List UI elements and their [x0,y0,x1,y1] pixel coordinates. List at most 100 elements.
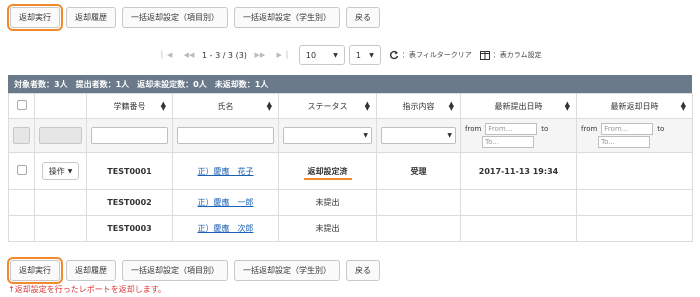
student-no-header[interactable]: 学籍番号 ▲ ▼ [86,93,173,119]
submit-to-row: To... [465,136,572,148]
chevron-down-icon: ▼ [333,51,338,59]
student-name-link[interactable]: 正）慶應 花子 [198,167,254,176]
columns-icon [479,50,490,60]
student-no-cell: TEST0001 [86,152,173,190]
filter-cell [34,118,87,153]
pager: ▏◀ ◀◀ 1 - 3 / 3 (3) ▶▶ ▶▕ 10 ▼ 1 ▼ ：表フィル… [158,45,542,65]
return-exec-button[interactable]: 返却実行 [7,257,63,284]
status-header-label: ステータス [307,101,348,111]
chevron-down-icon: ▼ [363,132,368,139]
status-filter-select[interactable]: ▼ [283,127,372,144]
bulk-by-item-button[interactable]: 一括返却設定（項目別） [122,7,228,28]
op-cell [34,189,87,216]
sort-icon: ▲ ▼ [564,100,570,112]
return-note: ↑返却設定を行ったレポートを返却します。 [8,285,166,294]
refresh-icon [389,50,399,60]
sort-icon: ▲ ▼ [448,100,454,112]
student-no-cell: TEST0002 [86,189,173,216]
back-button[interactable]: 戻る [346,260,380,281]
back-button[interactable]: 戻る [346,7,380,28]
row-select-cell [8,152,35,190]
student-no-filter-input[interactable] [91,127,168,144]
bulk-by-student-button[interactable]: 一括返却設定（学生別） [234,260,340,281]
next-page-icon[interactable]: ▶▶ [251,46,269,64]
op-cell: 操作 ▼ [34,152,87,190]
filter-cell: ▼ [376,118,461,153]
return-from-input[interactable]: From... [601,123,654,135]
latest-return-header-label: 最新返却日時 [610,101,659,111]
header-row: 学籍番号 ▲ ▼ 氏名 ▲ ▼ ステータス ▲ ▼ 指示内容 ▲ ▼ 最新提出日時 ▲ ▼ 最新返却… [8,93,693,119]
summary-bar: 対象者数：3人 提出者数：1人 返却未設定数：0人 未返却数：1人 [8,75,692,93]
filter-disabled-box [13,127,30,144]
submit-to-input[interactable]: To... [482,136,534,148]
per-page-select[interactable]: 10 ▼ [298,45,345,65]
page-value: 1 [355,50,361,60]
returned-cell [576,152,693,190]
student-name-link[interactable]: 正）慶應 一郎 [198,198,254,207]
returned-cell [576,189,693,216]
status-cell: 未提出 [278,189,377,216]
sort-icon: ▲ ▼ [160,100,166,112]
instruction-filter-select[interactable]: ▼ [381,127,456,144]
return-history-button[interactable]: 返却履歴 [66,7,116,28]
name-filter-input[interactable] [177,127,274,144]
filter-cell: from From... to To... [576,118,693,153]
student-name-link[interactable]: 正）慶應 次郎 [198,224,254,233]
page-range: 1 - 3 / 3 (3) [202,50,247,60]
operation-dropdown-button[interactable]: 操作 ▼ [41,162,80,180]
name-cell: 正）慶應 一郎 [172,189,279,216]
return-to-input[interactable]: To... [598,136,650,148]
prev-page-icon[interactable]: ◀◀ [180,46,198,64]
return-from-row: from From... to [581,123,688,135]
first-page-icon[interactable]: ▏◀ [158,46,176,64]
to-label: to [657,125,665,133]
chevron-down-icon: ▼ [447,132,452,139]
filter-cell [8,118,35,153]
submitted-cell [460,215,577,242]
row-select-cell [8,215,35,242]
filter-clear-link[interactable]: ：表フィルタークリア [389,50,472,60]
status-value: 返却設定済 [303,166,352,180]
instruction-cell: 受理 [376,152,461,190]
table-row: TEST0002 正）慶應 一郎 未提出 [8,189,693,216]
to-label: to [541,125,549,133]
bottom-button-bar: 返却実行 返却履歴 一括返却設定（項目別） 一括返却設定（学生別） 戻る [7,257,380,284]
filter-cell [86,118,173,153]
return-exec-button[interactable]: 返却実行 [7,4,63,31]
sort-icon: ▲ ▼ [266,100,272,112]
name-header[interactable]: 氏名 ▲ ▼ [172,93,279,119]
latest-return-header[interactable]: 最新返却日時 ▲ ▼ [576,93,693,119]
row-checkbox[interactable] [16,165,27,175]
name-cell: 正）慶應 花子 [172,152,279,190]
instruction-header[interactable]: 指示内容 ▲ ▼ [376,93,461,119]
operation-label: 操作 [48,166,65,176]
select-all-cell [8,93,35,119]
status-header[interactable]: ステータス ▲ ▼ [278,93,377,119]
submitted-cell: 2017-11-13 19:34 [460,152,577,190]
return-history-button[interactable]: 返却履歴 [66,260,116,281]
latest-submit-header[interactable]: 最新提出日時 ▲ ▼ [460,93,577,119]
column-settings-link[interactable]: ：表カラム設定 [479,50,542,60]
sort-icon: ▲ ▼ [680,100,686,112]
last-page-icon[interactable]: ▶▕ [273,46,291,64]
sort-icon: ▲ ▼ [364,100,370,112]
op-cell [34,215,87,242]
page-select[interactable]: 1 ▼ [348,45,381,65]
name-cell: 正）慶應 次郎 [172,215,279,242]
table-row: TEST0003 正）慶應 次郎 未提出 [8,215,693,242]
instruction-cell [376,215,461,242]
chevron-down-icon: ▼ [369,51,374,59]
latest-submit-header-label: 最新提出日時 [494,101,543,111]
bulk-by-student-button[interactable]: 一括返却設定（学生別） [234,7,340,28]
student-no-cell: TEST0003 [86,215,173,242]
filter-cell: from From... to To... [460,118,577,153]
submit-from-row: from From... to [465,123,572,135]
select-all-checkbox[interactable] [16,100,27,110]
from-label: from [465,125,482,133]
returned-cell [576,215,693,242]
status-cell: 未提出 [278,215,377,242]
bulk-by-item-button[interactable]: 一括返却設定（項目別） [122,260,228,281]
submit-from-input[interactable]: From... [485,123,538,135]
filter-clear-label: ：表フィルタークリア [401,51,472,59]
filter-row: ▼ ▼ from From... to To... from From... to To… [8,118,693,153]
